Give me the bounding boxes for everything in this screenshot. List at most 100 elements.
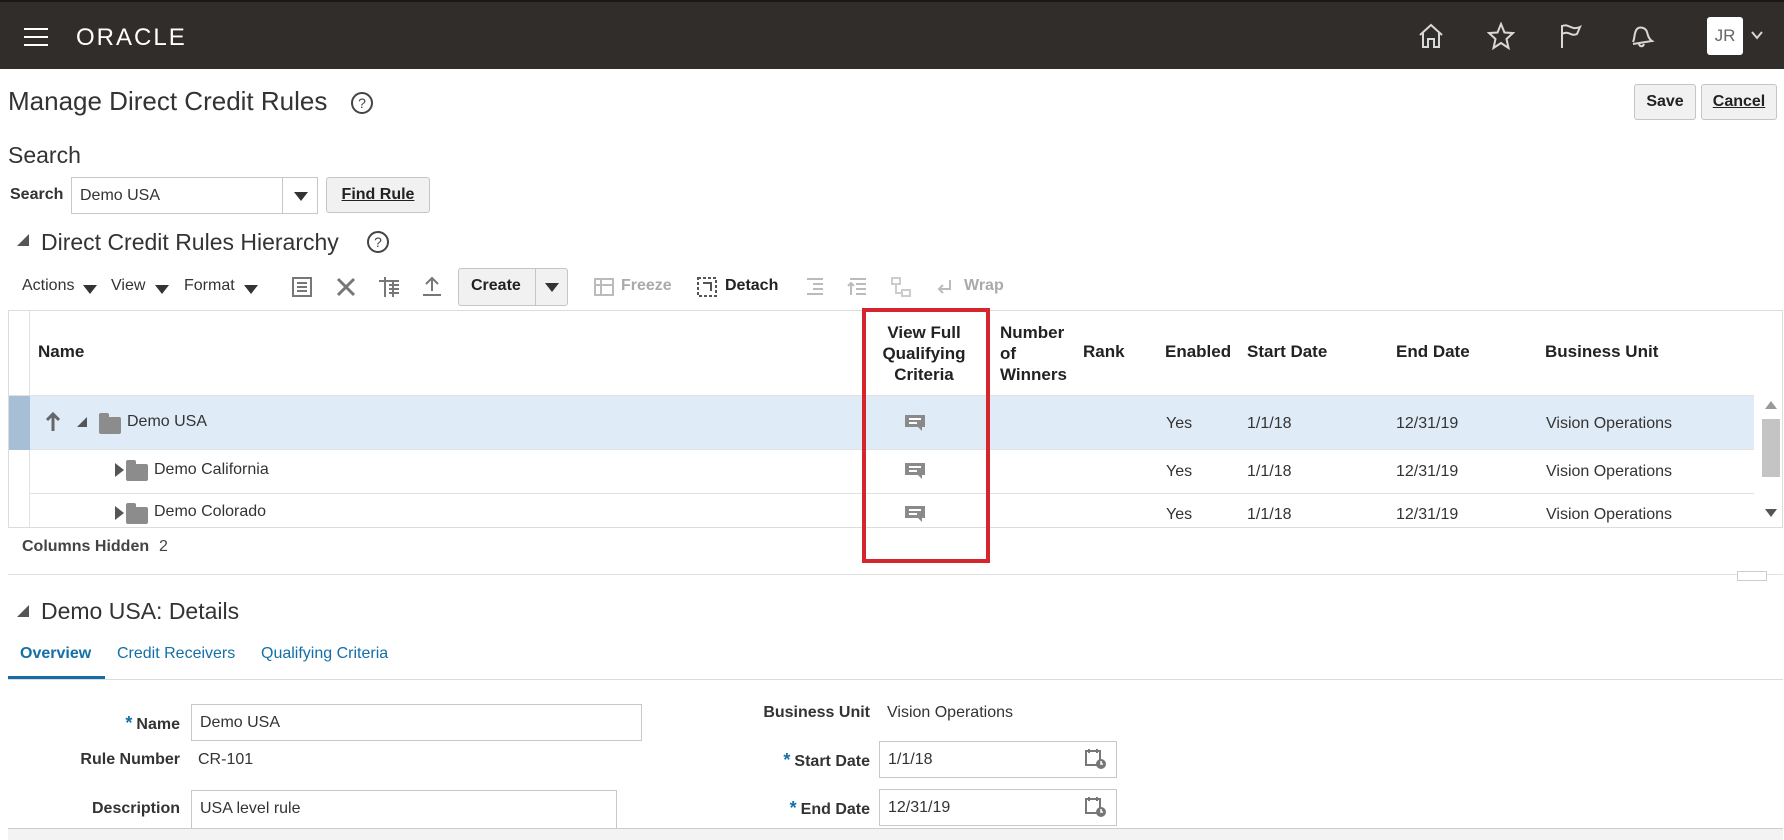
chevron-down-icon xyxy=(155,285,169,294)
favorites-star-icon[interactable] xyxy=(1487,22,1515,50)
column-header-number-of-winners[interactable]: Number of Winners xyxy=(1000,322,1067,385)
home-icon[interactable] xyxy=(1417,22,1445,50)
highlight-box xyxy=(862,308,990,563)
header-line: of xyxy=(1000,344,1017,363)
start-date-label: Start Date xyxy=(794,753,870,770)
end-date-input[interactable]: 12/31/19 xyxy=(879,789,1117,826)
format-menu[interactable]: Format xyxy=(184,277,235,295)
enabled-cell: Yes xyxy=(1166,506,1193,523)
chevron-down-icon xyxy=(83,285,97,294)
name-field-label: * Name xyxy=(100,713,180,734)
name-label: Name xyxy=(136,716,180,733)
business-unit-cell: Vision Operations xyxy=(1546,506,1672,523)
column-header-business-unit[interactable]: Business Unit xyxy=(1545,341,1658,362)
rule-name[interactable]: Demo California xyxy=(154,461,269,479)
user-avatar[interactable]: JR xyxy=(1707,17,1743,55)
actions-menu[interactable]: Actions xyxy=(22,277,74,295)
calendar-icon[interactable] xyxy=(1084,747,1108,771)
rule-name[interactable]: Demo Colorado xyxy=(154,503,266,521)
edit-icon[interactable] xyxy=(290,275,314,299)
business-unit-label: Business Unit xyxy=(763,704,870,721)
columns-hidden-count[interactable]: 2 xyxy=(159,538,168,556)
expand-row-icon[interactable] xyxy=(115,506,124,520)
end-date-cell: 12/31/19 xyxy=(1396,506,1459,523)
view-menu[interactable]: View xyxy=(111,277,145,295)
tab-overview[interactable]: Overview xyxy=(20,645,91,663)
end-date-label: End Date xyxy=(800,801,870,818)
start-date-field-label: * Start Date xyxy=(760,750,870,771)
name-input[interactable]: Demo USA xyxy=(191,704,642,741)
search-input[interactable]: Demo USA xyxy=(71,177,283,214)
detach-button[interactable]: Detach xyxy=(725,277,778,295)
scroll-down-arrow-icon[interactable] xyxy=(1765,509,1777,517)
create-button-label: Create xyxy=(471,277,521,294)
collapse-row-icon[interactable] xyxy=(77,417,87,427)
page-title: Manage Direct Credit Rules xyxy=(8,86,328,116)
enabled-cell: Yes xyxy=(1166,463,1193,480)
start-date-cell: 1/1/18 xyxy=(1247,415,1292,432)
global-header: ORACLE JR xyxy=(0,0,1784,69)
freeze-icon xyxy=(594,278,614,296)
columns-icon[interactable] xyxy=(377,275,401,299)
show-as-top-icon xyxy=(891,277,911,297)
folder-icon xyxy=(126,503,148,524)
expand-row-icon[interactable] xyxy=(115,463,124,477)
column-header-start-date[interactable]: Start Date xyxy=(1247,341,1327,362)
cancel-button[interactable]: Cancel xyxy=(1701,84,1777,120)
column-header-end-date[interactable]: End Date xyxy=(1396,341,1470,362)
column-header-name[interactable]: Name xyxy=(38,341,84,362)
menu-icon[interactable] xyxy=(24,28,48,46)
search-label: Search xyxy=(10,186,64,203)
end-date-cell: 12/31/19 xyxy=(1396,463,1459,480)
columns-hidden-label: Columns Hidden xyxy=(22,538,150,555)
help-icon[interactable]: ? xyxy=(367,231,389,253)
row-selector[interactable] xyxy=(9,396,30,450)
header-line: Number xyxy=(1000,323,1065,342)
save-button[interactable]: Save xyxy=(1634,84,1696,120)
required-icon: * xyxy=(125,713,133,733)
scrollbar-thumb[interactable] xyxy=(1762,419,1780,477)
chevron-down-icon[interactable] xyxy=(1750,28,1764,42)
chevron-down-icon xyxy=(244,285,258,294)
description-input[interactable]: USA level rule xyxy=(191,790,617,830)
calendar-icon[interactable] xyxy=(1084,795,1108,819)
flag-icon[interactable] xyxy=(1557,22,1585,50)
oracle-logo: ORACLE xyxy=(76,24,187,51)
column-header-enabled[interactable]: Enabled xyxy=(1165,341,1231,362)
help-icon[interactable]: ? xyxy=(351,92,373,114)
business-unit-cell: Vision Operations xyxy=(1546,463,1672,480)
collapse-section-icon[interactable] xyxy=(17,234,29,246)
column-header-rank[interactable]: Rank xyxy=(1083,341,1125,362)
wrap-icon xyxy=(937,280,951,294)
start-date-cell: 1/1/18 xyxy=(1247,506,1292,523)
find-rule-button[interactable]: Find Rule xyxy=(326,177,430,213)
wrap-button[interactable]: Wrap xyxy=(964,277,1004,295)
notifications-bell-icon[interactable] xyxy=(1627,22,1655,50)
freeze-button[interactable]: Freeze xyxy=(621,277,672,295)
start-date-cell: 1/1/18 xyxy=(1247,463,1292,480)
required-icon: * xyxy=(789,798,797,818)
rule-name[interactable]: Demo USA xyxy=(127,413,207,431)
scroll-up-arrow-icon[interactable] xyxy=(1765,401,1777,409)
folder-icon xyxy=(126,460,148,481)
collapse-section-icon[interactable] xyxy=(17,605,29,617)
splitter xyxy=(8,574,1783,575)
export-upload-icon[interactable] xyxy=(420,275,444,299)
detach-icon xyxy=(697,277,717,297)
vertical-scrollbar[interactable] xyxy=(1757,395,1783,527)
splitter-handle[interactable] xyxy=(1737,571,1767,581)
create-button[interactable]: Create xyxy=(458,268,568,306)
chevron-down-icon[interactable] xyxy=(545,283,559,292)
delete-x-icon[interactable] xyxy=(334,275,358,299)
bottom-scroll-edge xyxy=(8,828,1783,840)
tab-credit-receivers[interactable]: Credit Receivers xyxy=(117,645,235,663)
required-icon: * xyxy=(783,750,791,770)
business-unit-cell: Vision Operations xyxy=(1546,415,1672,432)
rule-number-value: CR-101 xyxy=(198,751,254,768)
start-date-input[interactable]: 1/1/18 xyxy=(879,741,1117,778)
details-heading: Demo USA: Details xyxy=(41,598,240,624)
tab-qualifying-criteria[interactable]: Qualifying Criteria xyxy=(261,645,388,663)
go-up-arrow-icon[interactable] xyxy=(45,412,61,432)
enabled-cell: Yes xyxy=(1166,415,1193,432)
search-dropdown-button[interactable] xyxy=(282,177,318,214)
